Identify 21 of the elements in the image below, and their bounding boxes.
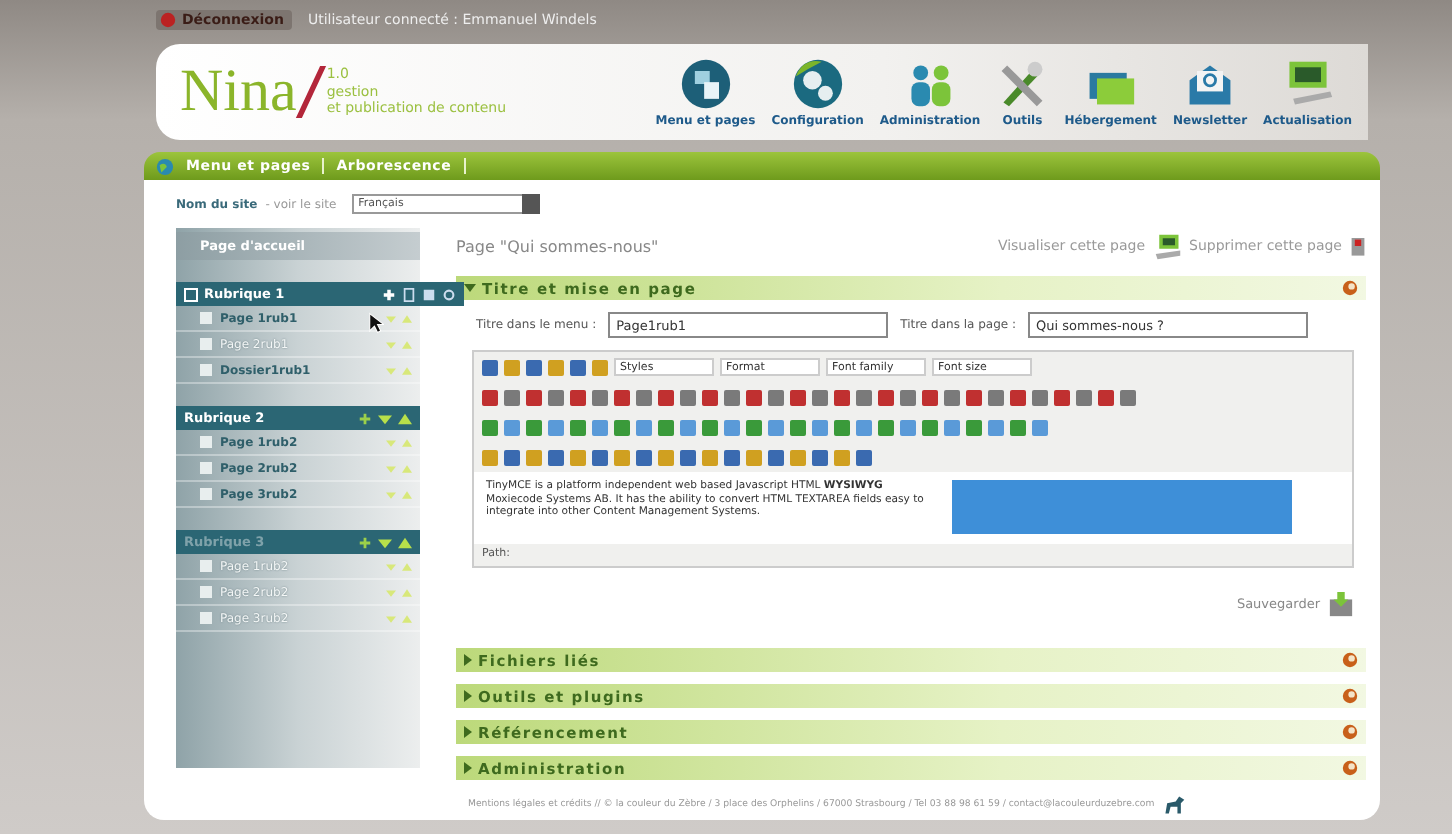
pages-icon <box>679 57 732 109</box>
computer-icon[interactable] <box>1153 231 1182 261</box>
page-title: Page "Qui sommes-nous" <box>456 237 659 255</box>
page-icon <box>200 364 212 376</box>
config-icon <box>791 57 844 109</box>
cursor-icon <box>368 312 384 334</box>
page-icon <box>200 338 212 350</box>
logo-text: Nina <box>180 62 297 122</box>
page-icon[interactable] <box>402 287 416 301</box>
page-icon <box>200 586 212 598</box>
page-icon <box>200 436 212 448</box>
page-icon <box>200 488 212 500</box>
globe-icon <box>156 157 174 175</box>
plus-icon[interactable] <box>358 411 372 425</box>
collapse-icon[interactable] <box>184 287 198 301</box>
power-icon <box>160 12 176 28</box>
page-icon <box>200 560 212 572</box>
page-icon <box>200 312 212 324</box>
page-icon <box>200 612 212 624</box>
page-icon <box>200 462 212 474</box>
save-icon[interactable] <box>1328 591 1354 617</box>
